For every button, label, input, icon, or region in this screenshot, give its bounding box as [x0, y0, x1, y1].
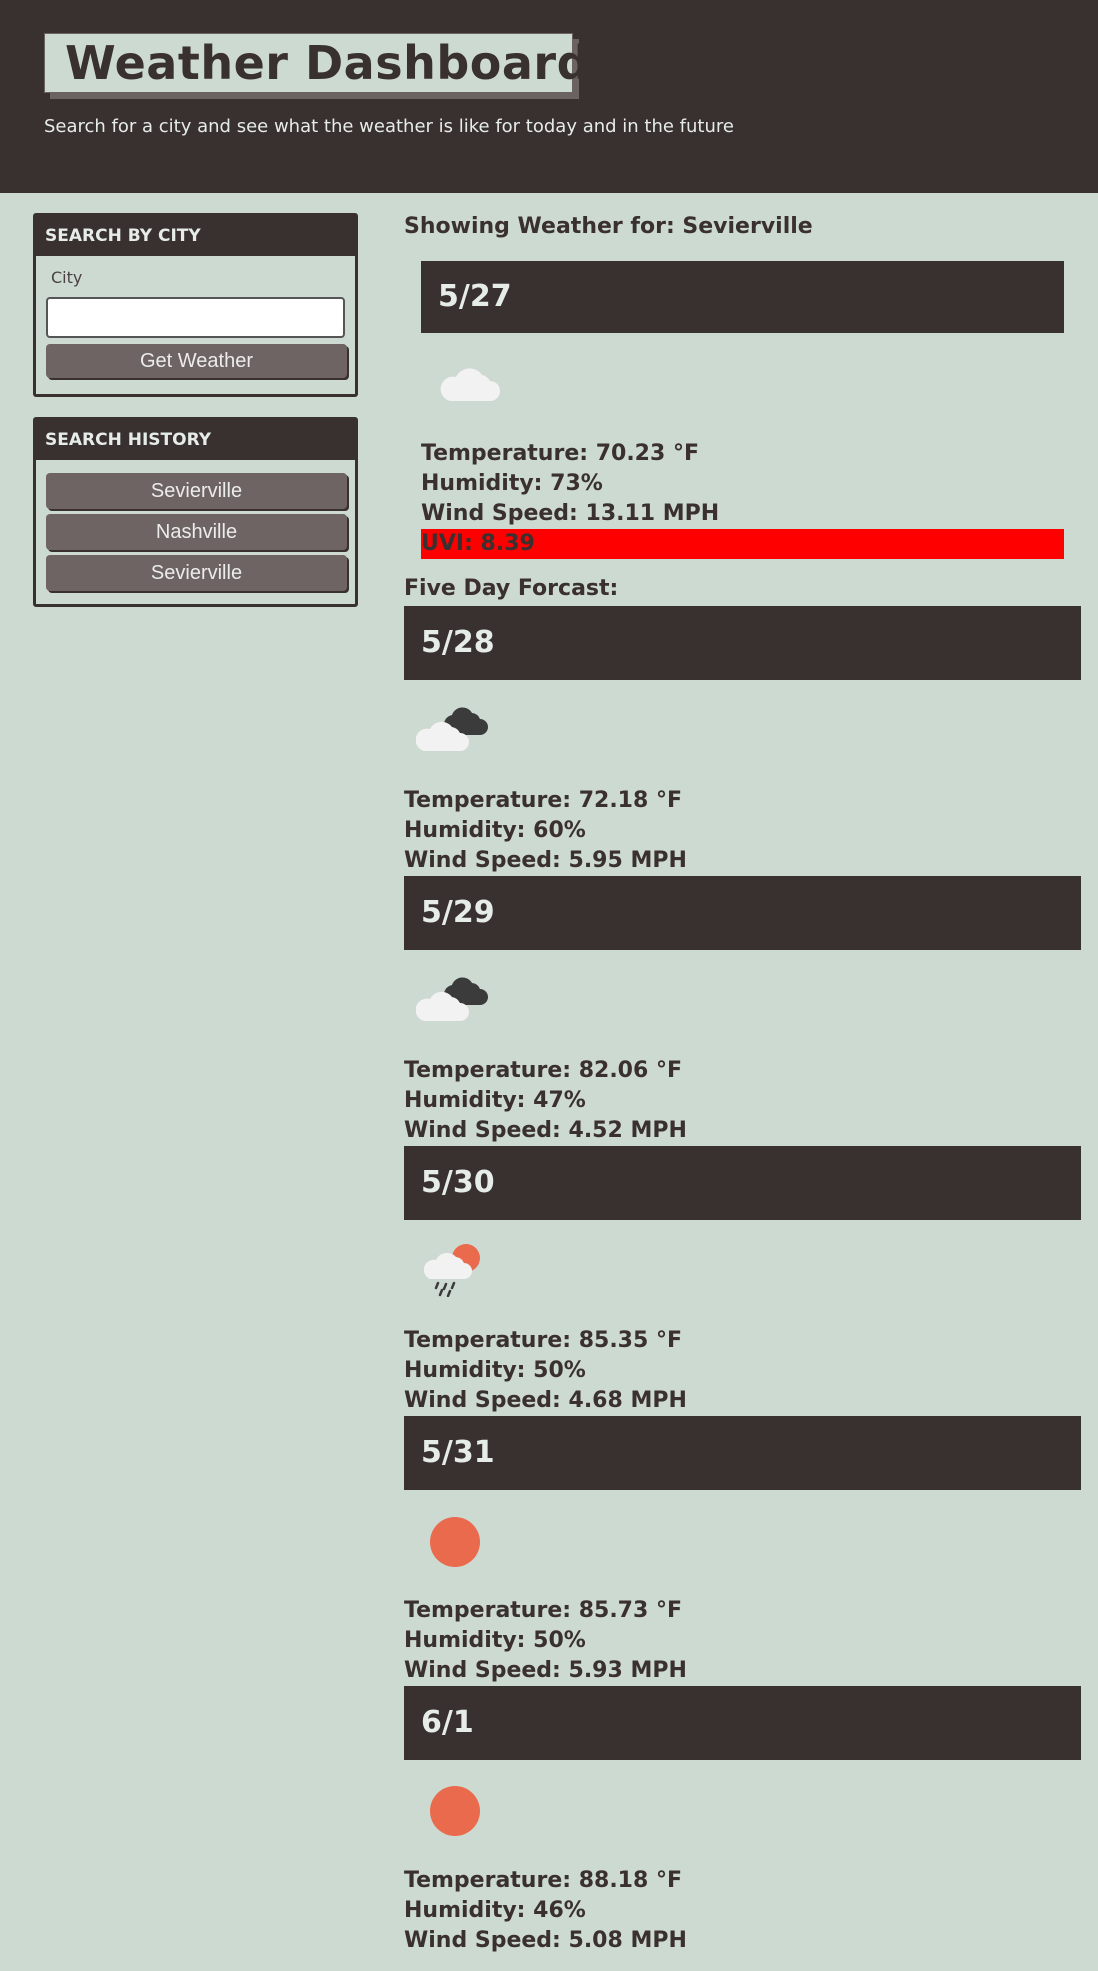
five-day-forecast-heading: Five Day Forcast: [404, 576, 619, 601]
forecast-date-bar: 5/28 [404, 606, 1081, 680]
forecast-humidity: Humidity: 47% [404, 1088, 586, 1113]
uvi-indicator: UVI: 8.39 [421, 529, 1064, 559]
cloud-icon [440, 368, 500, 401]
current-temperature: Temperature: 70.23 °F [421, 441, 699, 466]
forecast-temperature: Temperature: 85.73 °F [404, 1598, 682, 1623]
title-box: Weather Dashboard [44, 33, 590, 93]
city-input[interactable] [46, 297, 345, 338]
search-panel-heading: SEARCH BY CITY [36, 216, 355, 256]
forecast-wind-speed: Wind Speed: 4.52 MPH [404, 1118, 687, 1143]
history-panel: SEARCH HISTORY Sevierville Nashville Sev… [33, 417, 358, 607]
broken-clouds-icon [416, 977, 488, 1021]
history-item-button[interactable]: Nashville [46, 514, 347, 550]
page-header: Weather Dashboard Search for a city and … [0, 0, 1098, 193]
forecast-humidity: Humidity: 46% [404, 1898, 586, 1923]
forecast-wind-speed: Wind Speed: 5.93 MPH [404, 1658, 687, 1683]
forecast-wind-speed: Wind Speed: 5.08 MPH [404, 1928, 687, 1953]
page-subtitle: Search for a city and see what the weath… [44, 116, 734, 137]
forecast-temperature: Temperature: 82.06 °F [404, 1058, 682, 1083]
forecast-temperature: Temperature: 85.35 °F [404, 1328, 682, 1353]
forecast-humidity: Humidity: 50% [404, 1628, 586, 1653]
history-item-button[interactable]: Sevierville [46, 555, 347, 591]
city-label: City [51, 268, 83, 287]
forecast-date-bar: 6/1 [404, 1686, 1081, 1760]
forecast-date-bar: 5/30 [404, 1146, 1081, 1220]
sun-rain-icon [424, 1244, 480, 1297]
page-title: Weather Dashboard [65, 36, 591, 90]
get-weather-button[interactable]: Get Weather [46, 344, 347, 378]
search-panel: SEARCH BY CITY City Get Weather [33, 213, 358, 397]
history-item-button[interactable]: Sevierville [46, 473, 347, 509]
forecast-temperature: Temperature: 72.18 °F [404, 788, 682, 813]
forecast-temperature: Temperature: 88.18 °F [404, 1868, 682, 1893]
broken-clouds-icon [416, 707, 488, 751]
forecast-humidity: Humidity: 60% [404, 818, 586, 843]
showing-weather-label: Showing Weather for: Sevierville [404, 214, 813, 239]
forecast-date-bar: 5/29 [404, 876, 1081, 950]
forecast-date-bar: 5/31 [404, 1416, 1081, 1490]
current-date-bar: 5/27 [421, 261, 1064, 333]
forecast-wind-speed: Wind Speed: 4.68 MPH [404, 1388, 687, 1413]
sun-icon [430, 1786, 480, 1836]
forecast-wind-speed: Wind Speed: 5.95 MPH [404, 848, 687, 873]
history-panel-heading: SEARCH HISTORY [36, 420, 355, 460]
current-humidity: Humidity: 73% [421, 471, 603, 496]
sun-icon [430, 1517, 480, 1567]
forecast-humidity: Humidity: 50% [404, 1358, 586, 1383]
current-wind-speed: Wind Speed: 13.11 MPH [421, 501, 720, 526]
